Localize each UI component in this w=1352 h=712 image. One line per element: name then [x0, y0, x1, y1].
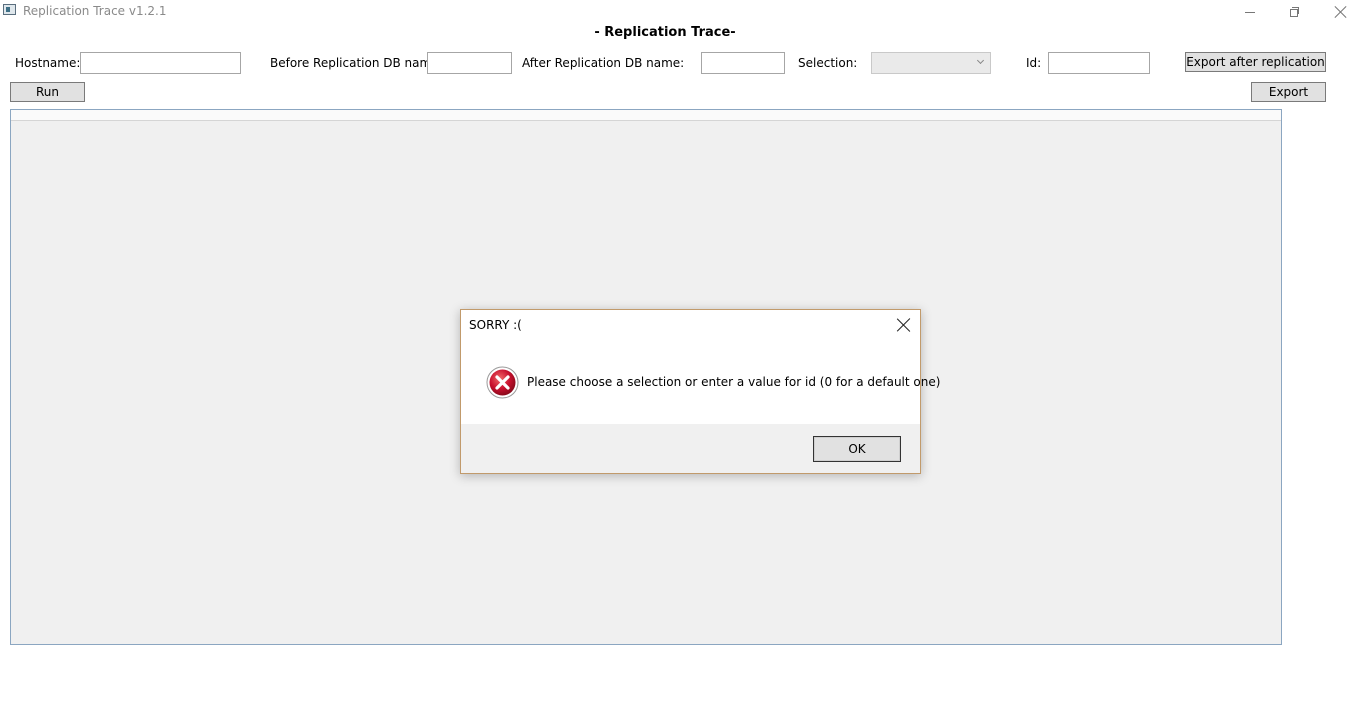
dialog-title: SORRY :(	[469, 318, 522, 332]
app-icon	[3, 4, 16, 15]
dialog-message: Please choose a selection or enter a val…	[527, 375, 941, 389]
id-label: Id:	[1026, 56, 1042, 70]
id-input[interactable]	[1048, 52, 1150, 74]
title-bar: Replication Trace v1.2.1	[0, 0, 1352, 24]
after-db-label: After Replication DB name:	[522, 56, 685, 70]
hostname-input[interactable]	[80, 52, 241, 74]
hostname-label: Hostname:	[15, 56, 81, 70]
chevron-down-icon	[976, 56, 985, 65]
restore-icon	[1290, 7, 1300, 17]
close-window-button[interactable]	[1318, 0, 1352, 24]
grid-header	[11, 110, 1281, 121]
before-db-input[interactable]	[427, 52, 512, 74]
selection-label: Selection:	[798, 56, 858, 70]
export-button[interactable]: Export	[1251, 82, 1326, 102]
maximize-button[interactable]	[1272, 0, 1318, 24]
ok-button[interactable]: OK	[813, 436, 901, 462]
minimize-button[interactable]	[1227, 0, 1273, 24]
selection-dropdown[interactable]	[871, 52, 991, 74]
before-db-label: Before Replication DB name:	[270, 56, 443, 70]
minimize-icon	[1245, 11, 1255, 13]
dialog-close-icon[interactable]	[897, 318, 911, 332]
app-window: Replication Trace v1.2.1 - Replication T…	[0, 0, 1352, 712]
close-icon	[1335, 6, 1347, 18]
window-title: Replication Trace v1.2.1	[23, 4, 167, 18]
export-after-replication-button[interactable]: Export after replication	[1185, 52, 1326, 72]
run-button[interactable]: Run	[10, 82, 85, 102]
error-dialog: SORRY :( Please choose a selection or en…	[460, 309, 940, 474]
after-db-input[interactable]	[701, 52, 785, 74]
page-title: - Replication Trace-	[594, 25, 736, 40]
error-icon	[486, 366, 519, 399]
